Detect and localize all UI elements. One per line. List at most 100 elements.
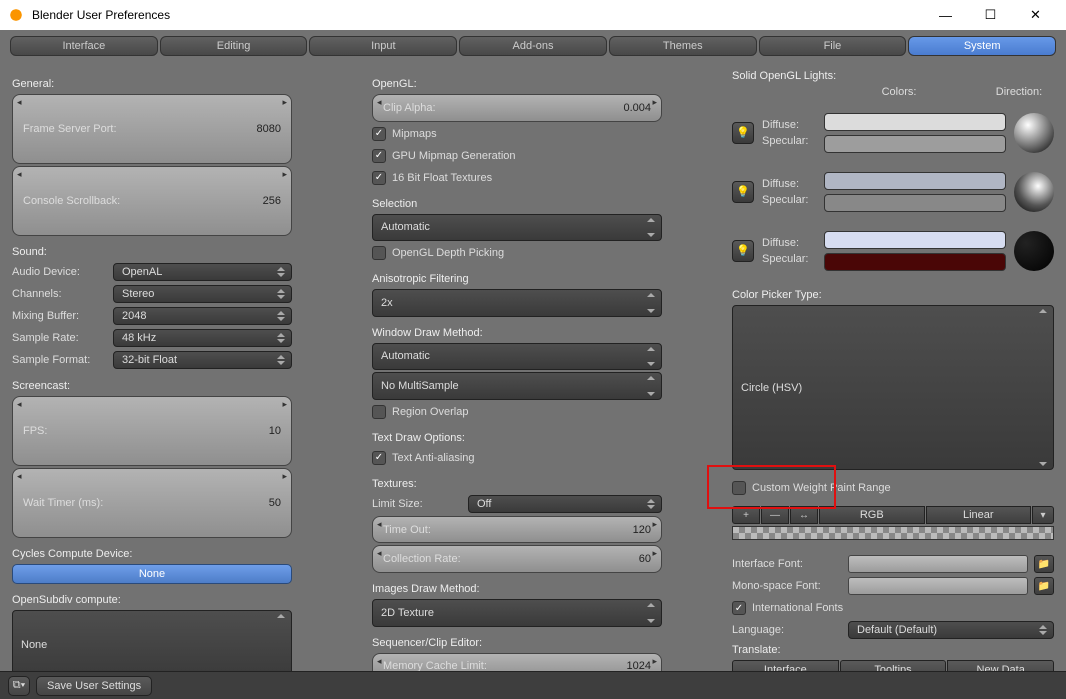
wdm-dropdown[interactable]: Automatic — [372, 343, 662, 371]
light1-diffuse-swatch[interactable] — [824, 113, 1006, 131]
ramp-interp-dropdown[interactable]: Linear — [926, 506, 1032, 524]
light2-direction-sphere[interactable] — [1014, 172, 1054, 212]
collection-rate-field[interactable]: ◂Collection Rate:60▸ — [372, 545, 662, 573]
titlebar: Blender User Preferences — ☐ ✕ — [0, 0, 1066, 30]
limit-size-dropdown[interactable]: Off — [468, 495, 662, 513]
region-overlap-checkbox[interactable] — [372, 405, 386, 419]
maximize-button[interactable]: ☐ — [968, 1, 1013, 29]
selection-dropdown[interactable]: Automatic — [372, 214, 662, 242]
cwpr-label: Custom Weight Paint Range — [752, 482, 891, 494]
light1-toggle[interactable] — [732, 122, 754, 144]
clip-alpha-field[interactable]: ◂Clip Alpha:0.004▸ — [372, 94, 662, 122]
text-aa-checkbox[interactable] — [372, 451, 386, 465]
gpu-mipmap-label: GPU Mipmap Generation — [392, 150, 516, 162]
idm-dropdown[interactable]: 2D Texture — [372, 599, 662, 627]
seq-header: Sequencer/Clip Editor: — [372, 637, 662, 649]
mono-font-label: Mono-space Font: — [732, 580, 842, 592]
color-ramp[interactable] — [732, 526, 1054, 540]
cycles-header: Cycles Compute Device: — [12, 548, 292, 560]
ramp-remove-button[interactable]: — — [761, 506, 789, 524]
light2-specular-swatch[interactable] — [824, 194, 1006, 212]
tab-interface[interactable]: Interface — [10, 36, 158, 56]
minimize-button[interactable]: — — [923, 1, 968, 29]
sample-rate-label: Sample Rate: — [12, 332, 107, 344]
colors-label: Colors: — [822, 86, 976, 98]
depth-picking-label: OpenGL Depth Picking — [392, 247, 504, 259]
save-user-settings-button[interactable]: Save User Settings — [36, 676, 152, 696]
float-tex-label: 16 Bit Float Textures — [392, 172, 492, 184]
language-label: Language: — [732, 624, 842, 636]
language-dropdown[interactable]: Default (Default) — [848, 621, 1054, 639]
cpt-header: Color Picker Type: — [732, 289, 1054, 301]
timeout-field[interactable]: ◂Time Out:120▸ — [372, 516, 662, 544]
screencast-header: Screencast: — [12, 380, 292, 392]
mipmaps-checkbox[interactable] — [372, 127, 386, 141]
mono-font-field[interactable] — [848, 577, 1028, 595]
region-overlap-label: Region Overlap — [392, 406, 468, 418]
tab-addons[interactable]: Add-ons — [459, 36, 607, 56]
mixing-buffer-label: Mixing Buffer: — [12, 310, 107, 322]
direction-label: Direction: — [984, 86, 1054, 98]
selection-header: Selection — [372, 198, 662, 210]
tab-input[interactable]: Input — [309, 36, 457, 56]
limit-size-label: Limit Size: — [372, 498, 462, 510]
light1-diffuse-label: Diffuse: — [762, 119, 816, 131]
sample-rate-dropdown[interactable]: 48 kHz — [113, 329, 292, 347]
opensubdiv-header: OpenSubdiv compute: — [12, 594, 292, 606]
fps-field[interactable]: ◂FPS:10▸ — [12, 396, 292, 466]
sample-format-dropdown[interactable]: 32-bit Float — [113, 351, 292, 369]
wait-timer-field[interactable]: ◂Wait Timer (ms):50▸ — [12, 468, 292, 538]
translate-label: Translate: — [732, 644, 1054, 656]
opensubdiv-dropdown[interactable]: None — [12, 610, 292, 680]
color-picker-dropdown[interactable]: Circle (HSV) — [732, 305, 1054, 470]
light2-toggle[interactable] — [732, 181, 754, 203]
tab-file[interactable]: File — [759, 36, 907, 56]
ramp-colormode-dropdown[interactable]: RGB — [819, 506, 925, 524]
intl-fonts-checkbox[interactable] — [732, 601, 746, 615]
light3-specular-label: Specular: — [762, 253, 816, 265]
interface-font-field[interactable] — [848, 555, 1028, 573]
light2-diffuse-swatch[interactable] — [824, 172, 1006, 190]
window-title: Blender User Preferences — [32, 8, 170, 22]
cycles-device-button[interactable]: None — [12, 564, 292, 584]
console-scrollback-field[interactable]: ◂Console Scrollback:256▸ — [12, 166, 292, 236]
multisample-dropdown[interactable]: No MultiSample — [372, 372, 662, 400]
light3-direction-sphere[interactable] — [1014, 231, 1054, 271]
light3-toggle[interactable] — [732, 240, 754, 262]
ramp-menu-button[interactable]: ▾ — [1032, 506, 1054, 524]
footer: ⧉▾ Save User Settings — [0, 671, 1066, 699]
channels-dropdown[interactable]: Stereo — [113, 285, 292, 303]
mixing-buffer-dropdown[interactable]: 2048 — [113, 307, 292, 325]
cwpr-checkbox[interactable] — [732, 481, 746, 495]
light1-specular-label: Specular: — [762, 135, 816, 147]
mono-font-browse-icon[interactable]: 📁 — [1034, 577, 1054, 595]
depth-picking-checkbox[interactable] — [372, 246, 386, 260]
float-tex-checkbox[interactable] — [372, 171, 386, 185]
text-aa-label: Text Anti-aliasing — [392, 452, 475, 464]
tab-system[interactable]: System — [908, 36, 1056, 56]
opengl-header: OpenGL: — [372, 78, 662, 90]
light1-direction-sphere[interactable] — [1014, 113, 1054, 153]
light3-specular-swatch[interactable] — [824, 253, 1006, 271]
interface-font-browse-icon[interactable]: 📁 — [1034, 555, 1054, 573]
tab-themes[interactable]: Themes — [609, 36, 757, 56]
close-button[interactable]: ✕ — [1013, 1, 1058, 29]
light2-specular-label: Specular: — [762, 194, 816, 206]
light1-specular-swatch[interactable] — [824, 135, 1006, 153]
editor-type-icon[interactable]: ⧉▾ — [8, 676, 30, 696]
light3-diffuse-swatch[interactable] — [824, 231, 1006, 249]
mipmaps-label: Mipmaps — [392, 128, 437, 140]
ramp-flip-button[interactable]: ↔ — [790, 506, 818, 524]
aniso-dropdown[interactable]: 2x — [372, 289, 662, 317]
tab-editing[interactable]: Editing — [160, 36, 308, 56]
prefs-tabbar: Interface Editing Input Add-ons Themes F… — [0, 30, 1066, 62]
sample-format-label: Sample Format: — [12, 354, 107, 366]
ramp-add-button[interactable]: + — [732, 506, 760, 524]
blender-logo-icon — [8, 7, 24, 23]
audio-device-dropdown[interactable]: OpenAL — [113, 263, 292, 281]
gpu-mipmap-checkbox[interactable] — [372, 149, 386, 163]
wdm-header: Window Draw Method: — [372, 327, 662, 339]
interface-font-label: Interface Font: — [732, 558, 842, 570]
frame-server-port-field[interactable]: ◂Frame Server Port:8080▸ — [12, 94, 292, 164]
aniso-header: Anisotropic Filtering — [372, 273, 662, 285]
